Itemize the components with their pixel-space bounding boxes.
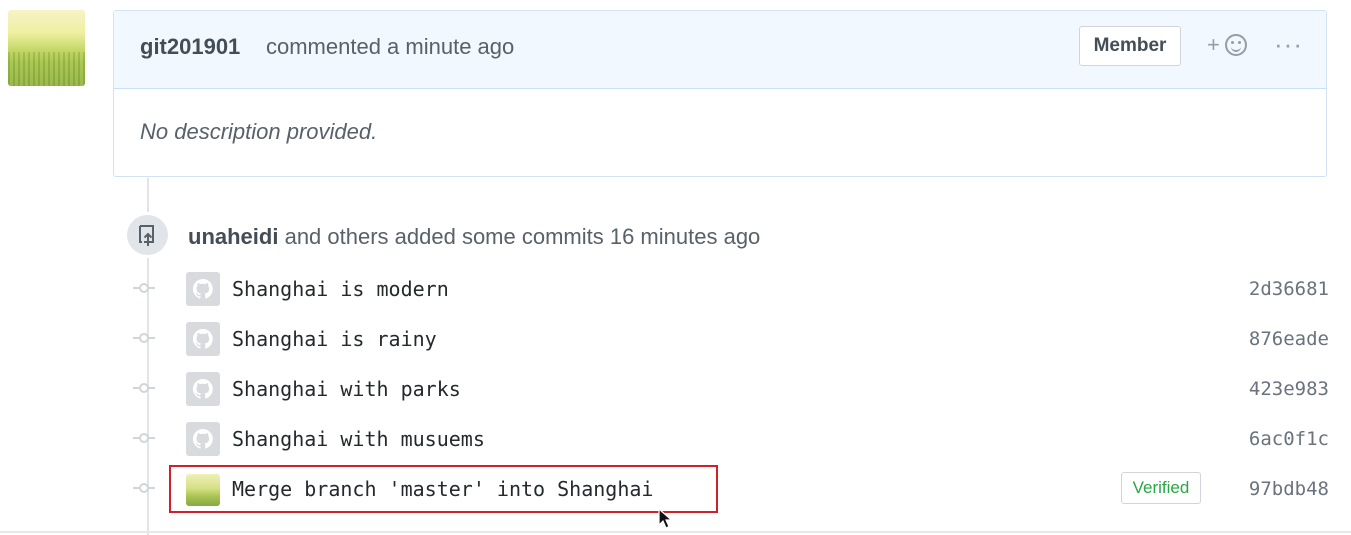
member-badge: Member [1079,26,1181,66]
commit-node-icon [133,483,155,493]
commit-event-summary: unaheidi and others added some commits 1… [188,224,760,250]
commit-row: Shanghai is rainy 876eade [0,320,1351,360]
add-reaction-button[interactable]: + [1207,32,1253,62]
commit-node-icon [133,333,155,343]
comment-box: git201901 commented a minute ago Member … [113,10,1327,177]
commit-sha-link[interactable]: 876eade [1249,328,1329,350]
commit-row: Shanghai with musuems 6ac0f1c [0,420,1351,460]
commit-message-link[interactable]: Shanghai with parks [232,377,461,401]
smiley-icon [1225,34,1247,56]
repo-push-icon [139,225,154,246]
commit-sha-link[interactable]: 423e983 [1249,378,1329,400]
commit-sha-link[interactable]: 6ac0f1c [1249,428,1329,450]
commit-node-icon [133,283,155,293]
event-description: and others added some commits 16 minutes… [284,224,761,249]
commit-event-icon [124,212,171,258]
plus-icon: + [1207,32,1220,57]
highlight-annotation [169,465,718,513]
commit-sha-link[interactable]: 2d36681 [1249,278,1329,300]
octocat-avatar-icon[interactable] [186,322,220,356]
verified-badge[interactable]: Verified [1121,472,1201,504]
comment-author-link[interactable]: git201901 [140,34,240,60]
mouse-cursor-icon [658,508,674,529]
comment-header: git201901 commented a minute ago Member … [114,11,1326,89]
comment-timestamp[interactable]: commented a minute ago [266,34,514,60]
commit-node-icon [133,433,155,443]
comment-body: No description provided. [140,119,378,144]
commit-row: Shanghai with parks 423e983 [0,370,1351,410]
octocat-avatar-icon[interactable] [186,422,220,456]
commit-message-link[interactable]: Shanghai with musuems [232,427,485,451]
commenter-avatar[interactable] [8,10,85,86]
more-options-button[interactable]: ··· [1274,29,1303,60]
octocat-avatar-icon[interactable] [186,372,220,406]
commit-sha-link[interactable]: 97bdb48 [1249,478,1329,500]
divider [0,531,1351,533]
commit-message-link[interactable]: Shanghai is rainy [232,327,437,351]
event-actor-link[interactable]: unaheidi [188,224,278,249]
commit-message-link[interactable]: Shanghai is modern [232,277,449,301]
commit-node-icon [133,383,155,393]
commit-row: Shanghai is modern 2d36681 [0,270,1351,310]
octocat-avatar-icon[interactable] [186,272,220,306]
